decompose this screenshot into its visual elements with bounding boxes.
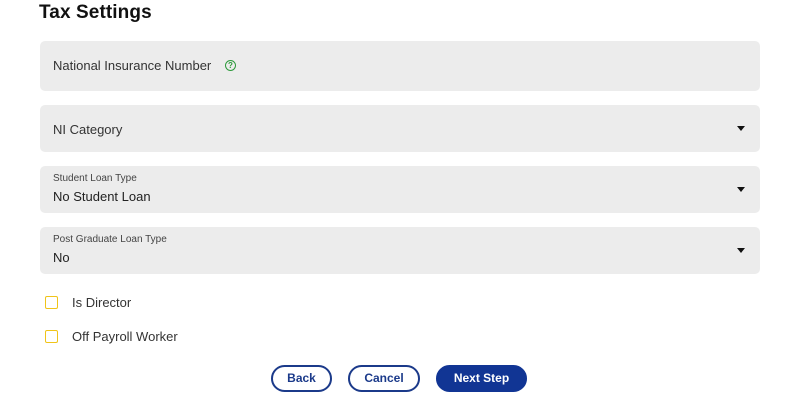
student-loan-type-value: No Student Loan [53,189,151,204]
is-director-label: Is Director [72,294,132,310]
post-graduate-loan-type-label: Post Graduate Loan Type [53,234,167,245]
ni-category-label: NI Category [53,122,123,137]
off-payroll-worker-label: Off Payroll Worker [72,328,178,344]
next-step-button[interactable]: Next Step [436,365,527,392]
tax-settings-page: Tax Settings National Insurance Number ?… [0,0,800,415]
off-payroll-worker-checkbox-row[interactable]: Off Payroll Worker [45,327,178,345]
post-graduate-loan-type-value: No [53,250,70,265]
national-insurance-number-label: National Insurance Number [53,58,212,73]
student-loan-type-select[interactable]: Student Loan Type No Student Loan [40,166,760,213]
back-button[interactable]: Back [271,365,332,392]
chevron-down-icon [737,187,745,192]
cancel-button[interactable]: Cancel [348,365,420,392]
chevron-down-icon [737,126,745,131]
page-title: Tax Settings [39,2,152,23]
question-circle-icon[interactable]: ? [225,60,236,71]
post-graduate-loan-type-select[interactable]: Post Graduate Loan Type No [40,227,760,274]
is-director-checkbox-row[interactable]: Is Director [45,293,131,311]
chevron-down-icon [737,248,745,253]
national-insurance-number-field[interactable]: National Insurance Number ? [40,41,760,91]
ni-category-select[interactable]: NI Category [40,105,760,152]
is-director-checkbox[interactable] [45,295,58,309]
student-loan-type-label: Student Loan Type [53,173,137,184]
off-payroll-worker-checkbox[interactable] [45,329,58,343]
